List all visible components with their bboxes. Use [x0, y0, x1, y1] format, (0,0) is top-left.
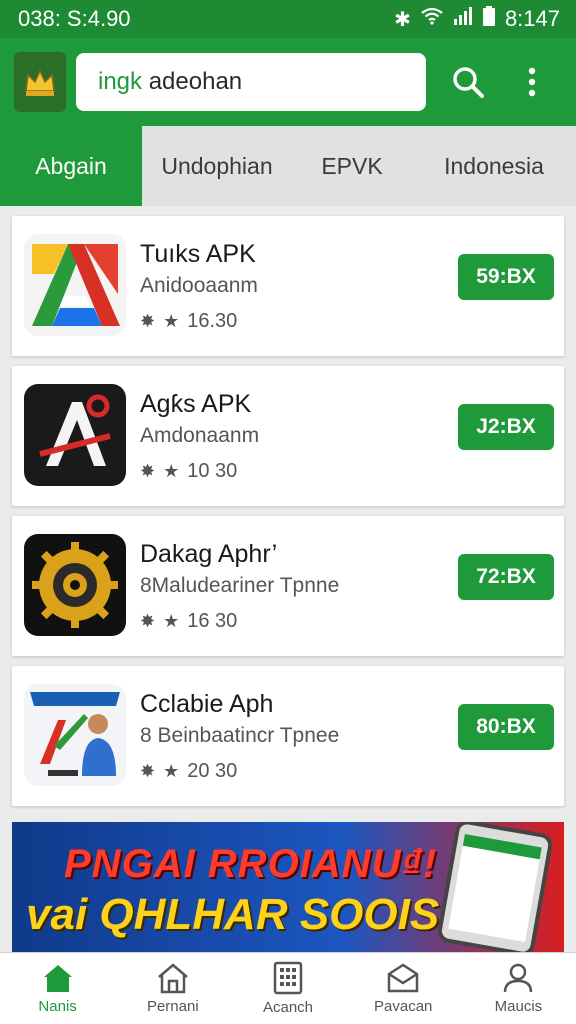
red-a-logo-app-icon [24, 384, 126, 486]
promo-banner[interactable]: PNGAI RROIANU₫! vai QHLHAR SOOIS [12, 822, 564, 954]
battery-icon [482, 6, 495, 32]
grid-icon [273, 961, 303, 995]
crown-logo-icon[interactable] [14, 52, 66, 112]
nav-label: Acanch [262, 999, 314, 1016]
app-subtitle: 8 Beinbaatincr Tpnee [140, 724, 339, 748]
star-icon: ★ [163, 761, 180, 781]
phone-illustration [435, 822, 555, 954]
nav-item-pernani[interactable]: Pernani [115, 953, 230, 1024]
person-icon [504, 963, 533, 993]
status-time: 8:147 [504, 6, 560, 31]
app-rating: ✸ ★ 16 30 [140, 610, 237, 633]
status-icons: ✱ 8:147 [394, 6, 560, 32]
nav-item-nanis[interactable]: Nanis [0, 953, 115, 1024]
app-list: Tuıks APK Anidooaanm ✸ ★ 16.30 59:BX Agƙ… [12, 216, 564, 816]
app-rating: ✸ ★ 16.30 [140, 310, 237, 333]
star-icon: ★ [163, 611, 180, 631]
signal-icon [453, 7, 473, 31]
list-item[interactable]: Agƙs APK Amdonaanm ✸ ★ 10 30 J2:BX [12, 366, 564, 506]
star-icon: ★ [163, 461, 180, 481]
gear-app-icon [24, 534, 126, 636]
app-subtitle: Amdonaanm [140, 424, 260, 447]
rating-value: 20 30 [187, 760, 238, 782]
app-name: Cclabie Aph [140, 690, 274, 718]
download-size-button[interactable]: 72:BX [458, 554, 554, 600]
search-query-prefix: ingk [98, 68, 143, 95]
search-input[interactable]: ingk adeohan [76, 53, 426, 111]
app-name: Tuıks APK [140, 240, 256, 268]
bluetooth-icon: ✱ [394, 8, 411, 31]
app-subtitle: Anidooaanm [140, 274, 258, 297]
bottom-navigation: Nanis Pernani Acanch Pavacan Maucis [0, 952, 576, 1024]
rating-value: 10 30 [187, 460, 238, 482]
nav-label: Pavacan [374, 998, 433, 1015]
download-size-button[interactable]: 59:BX [458, 254, 554, 300]
app-name: Dakag Aphr’ [140, 540, 278, 568]
nav-label: Maucis [494, 998, 543, 1015]
app-rating: ✸ ★ 10 30 [140, 460, 237, 483]
status-left-text: 038: S:4.90 [18, 6, 131, 31]
more-vertical-icon[interactable] [504, 52, 560, 112]
banner-headline: PNGAI RROIANU₫! [64, 842, 438, 886]
app-rating: ✸ ★ 20 30 [140, 760, 237, 783]
list-item[interactable]: Dakag Aphr’ 8Maludeariner Tpnne ✸ ★ 16 3… [12, 516, 564, 656]
status-bar: 038: S:4.90 ✱ 8:147 [0, 0, 576, 38]
download-size-button[interactable]: 80:BX [458, 704, 554, 750]
rating-value: 16 30 [187, 610, 238, 632]
top-toolbar: ingk adeohan [0, 38, 576, 126]
nav-item-maucis[interactable]: Maucis [461, 953, 576, 1024]
gear-star-icon: ✸ [140, 761, 156, 781]
phone-screen [448, 833, 542, 943]
tab-undophian[interactable]: Undophian [142, 126, 292, 206]
search-query-rest: adeohan [148, 68, 243, 95]
app-subtitle-text: Beinbaatincr Tpnee [157, 724, 340, 747]
box-icon [387, 963, 419, 993]
nav-item-acanch[interactable]: Acanch [230, 953, 345, 1024]
person-promo-app-icon [24, 684, 126, 786]
list-item[interactable]: Tuıks APK Anidooaanm ✸ ★ 16.30 59:BX [12, 216, 564, 356]
wifi-icon [421, 7, 443, 31]
list-item[interactable]: Cclabie Aph 8 Beinbaatincr Tpnee ✸ ★ 20 … [12, 666, 564, 806]
home-outline-icon [157, 963, 188, 994]
gear-star-icon: ✸ [140, 611, 156, 631]
app-subtitle-prefix: 8 [140, 724, 152, 747]
triangle-a-app-icon [24, 234, 126, 336]
gear-star-icon: ✸ [140, 311, 156, 331]
app-subtitle: 8Maludeariner Tpnne [140, 574, 340, 597]
rating-value: 16.30 [187, 310, 238, 332]
search-icon[interactable] [440, 52, 496, 112]
star-icon: ★ [163, 311, 180, 331]
banner-subheadline: vai QHLHAR SOOIS [26, 890, 440, 939]
app-name: Agƙs APK [140, 390, 252, 418]
nav-item-pavacan[interactable]: Pavacan [346, 953, 461, 1024]
download-size-button[interactable]: J2:BX [458, 404, 554, 450]
home-filled-icon [43, 965, 72, 992]
tab-abgain[interactable]: Abgain [0, 126, 142, 206]
tab-indonesia[interactable]: Indonesia [412, 126, 576, 206]
tab-epvk[interactable]: EPVK [292, 126, 412, 206]
category-tabs: Abgain Undophian EPVK Indonesia [0, 126, 576, 206]
gear-star-icon: ✸ [140, 461, 156, 481]
nav-label: Pernani [146, 998, 199, 1015]
nav-label: Nanis [38, 998, 77, 1015]
phone-screen-bar [462, 833, 542, 860]
